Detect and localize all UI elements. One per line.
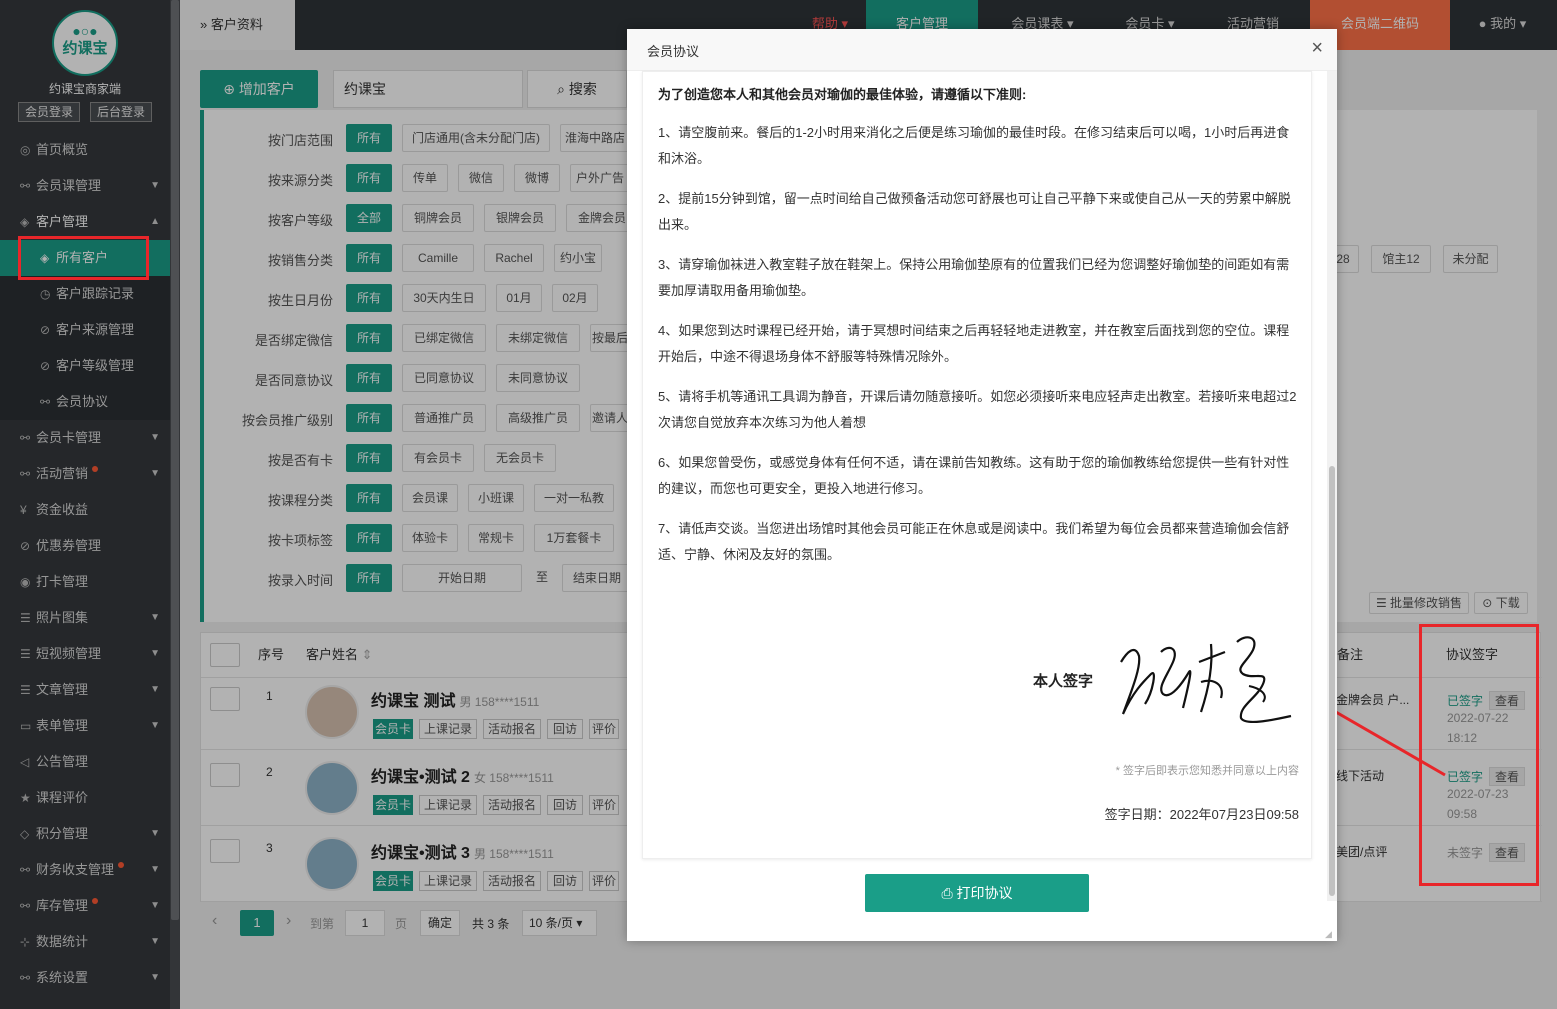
agreement-paragraph: 4、如果您到达时课程已经开始，请于冥想时间结束之后再轻轻地走进教室，并在教室后面…: [658, 323, 1290, 364]
handwritten-signature: [1120, 636, 1292, 724]
agreement-paragraph: 5、请将手机等通讯工具调为静音，开课后请勿随意接听。如您必须接听来电应轻声走出教…: [658, 389, 1297, 430]
agreement-paragraph: 7、请低声交谈。当您进出场馆时其他会员可能正在休息或是阅读中。我们希望为每位会员…: [658, 521, 1290, 562]
agreement-modal: 会员协议 × 为了创造您本人和其他会员对瑜伽的最佳体验，请遵循以下准则: 1、请…: [627, 29, 1337, 941]
modal-header: 会员协议 ×: [627, 29, 1337, 71]
signature-date: 签字日期：2022年07月23日09:58: [1104, 807, 1299, 822]
scrollbar-thumb[interactable]: [1329, 466, 1335, 896]
agreement-paragraph: 2、提前15分钟到馆，留一点时间给自己做预备活动您可舒展也可让自己平静下来或使自…: [658, 191, 1291, 232]
signature-note: * 签字后即表示您知悉并同意以上内容: [1115, 765, 1299, 777]
highlight-box: [18, 236, 149, 280]
close-icon[interactable]: ×: [1311, 37, 1323, 60]
agreement-paragraph: 1、请空腹前来。餐后的1-2小时用来消化之后便是练习瑜伽的最佳时段。在修习结束后…: [658, 125, 1290, 166]
agreement-paragraph: 3、请穿瑜伽袜进入教室鞋子放在鞋架上。保持公用瑜伽垫原有的位置我们已经为您调整好…: [658, 257, 1290, 298]
agreement-paragraph: 6、如果您曾受伤，或感觉身体有任何不适，请在课前告知教练。这有助于您的瑜伽教练给…: [658, 455, 1290, 496]
agreement-heading: 为了创造您本人和其他会员对瑜伽的最佳体验，请遵循以下准则:: [658, 87, 1027, 102]
signature-label: 本人签字: [1033, 673, 1094, 690]
resize-grip-icon[interactable]: ◢: [1325, 929, 1335, 939]
modal-title: 会员协议: [647, 44, 700, 59]
print-agreement-button[interactable]: ⎙ 打印协议: [865, 874, 1089, 912]
modal-scrollbar[interactable]: [1327, 71, 1337, 901]
agreement-content: 为了创造您本人和其他会员对瑜伽的最佳体验，请遵循以下准则: 1、请空腹前来。餐后…: [642, 71, 1312, 859]
printer-icon: ⎙: [941, 885, 953, 901]
